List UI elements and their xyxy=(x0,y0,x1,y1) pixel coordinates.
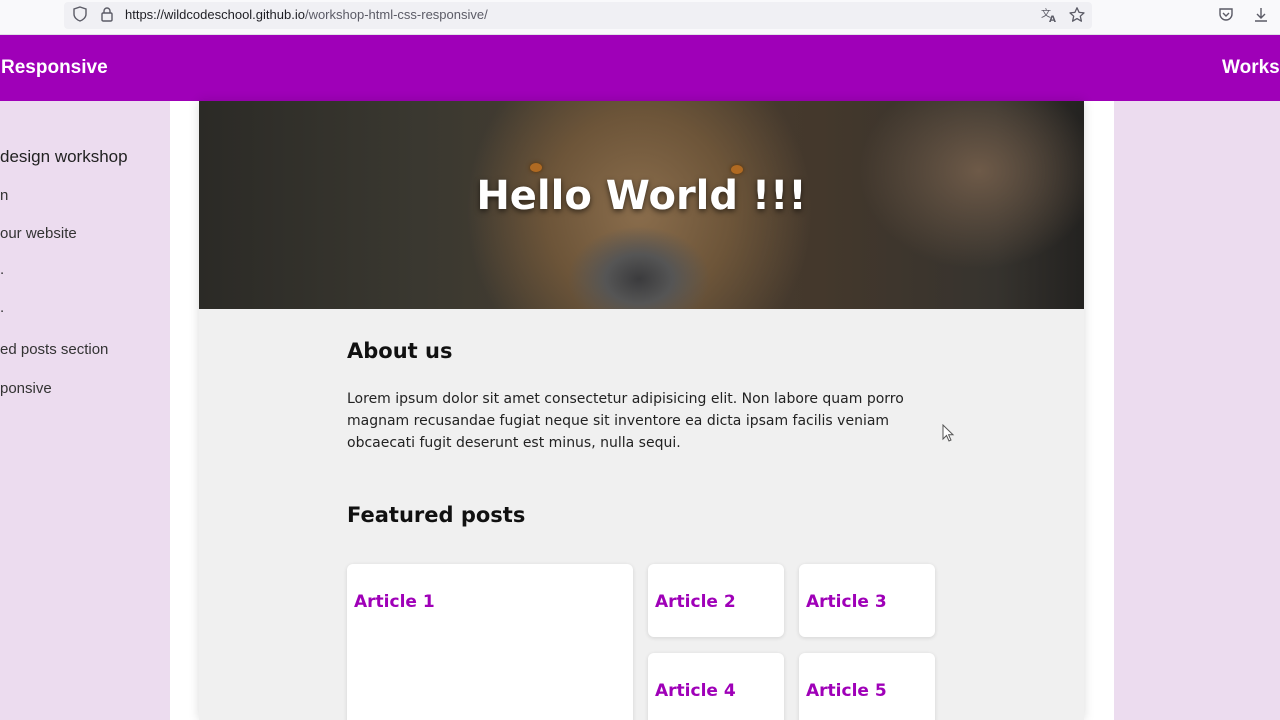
about-heading: About us xyxy=(347,339,453,363)
article-title[interactable]: Article 1 xyxy=(354,592,435,612)
browser-toolbar: https://wildcodeschool.github.io/worksho… xyxy=(0,0,1280,35)
article-title[interactable]: Article 2 xyxy=(655,592,736,612)
hero-title: Hello World !!! xyxy=(476,173,807,219)
lock-icon[interactable] xyxy=(98,6,116,24)
article-card-1[interactable]: Article 1 xyxy=(347,564,633,720)
bookmark-star-icon[interactable] xyxy=(1068,6,1086,24)
brand-title[interactable]: Responsive xyxy=(1,57,108,79)
translate-icon[interactable]: 文A xyxy=(1040,6,1058,25)
featured-heading: Featured posts xyxy=(347,503,526,527)
pocket-icon[interactable] xyxy=(1217,6,1235,24)
sidebar-item-responsive[interactable]: ponsive xyxy=(0,380,52,397)
download-icon[interactable] xyxy=(1252,6,1270,24)
article-card-2[interactable]: Article 2 xyxy=(648,564,784,637)
mouse-cursor-icon xyxy=(942,424,955,442)
article-card-4[interactable]: Article 4 xyxy=(648,653,784,720)
site-header: Responsive Worksh xyxy=(0,35,1280,101)
sidebar-item-featured-posts[interactable]: ed posts section xyxy=(0,341,108,358)
svg-text:A: A xyxy=(1049,15,1056,24)
article-card-3[interactable]: Article 3 xyxy=(799,564,935,637)
article-title[interactable]: Article 5 xyxy=(806,681,887,701)
article-title[interactable]: Article 3 xyxy=(806,592,887,612)
sidebar-item-5[interactable]: . xyxy=(0,299,4,316)
url-text[interactable]: https://wildcodeschool.github.io/worksho… xyxy=(125,7,488,22)
header-link[interactable]: Worksh xyxy=(1222,57,1280,79)
sidebar-nav: design workshop n our website . . ed pos… xyxy=(0,101,170,720)
about-text: Lorem ipsum dolor sit amet consectetur a… xyxy=(347,391,904,451)
preview-page: Hello World !!! About us Lorem ipsum dol… xyxy=(199,101,1084,720)
article-card-5[interactable]: Article 5 xyxy=(799,653,935,720)
url-host: https://wildcodeschool.github.io xyxy=(125,7,305,22)
sidebar-item-4[interactable]: . xyxy=(0,261,4,278)
sidebar-item-website[interactable]: our website xyxy=(0,225,77,242)
shield-icon[interactable] xyxy=(71,6,89,24)
article-title[interactable]: Article 4 xyxy=(655,681,736,701)
hero-image-detail xyxy=(530,163,542,172)
url-path: /workshop-html-css-responsive/ xyxy=(304,7,488,22)
sidebar-item-workshop[interactable]: design workshop xyxy=(0,147,128,167)
hero-banner: Hello World !!! xyxy=(199,101,1084,309)
sidebar-item-intro[interactable]: n xyxy=(0,187,8,204)
